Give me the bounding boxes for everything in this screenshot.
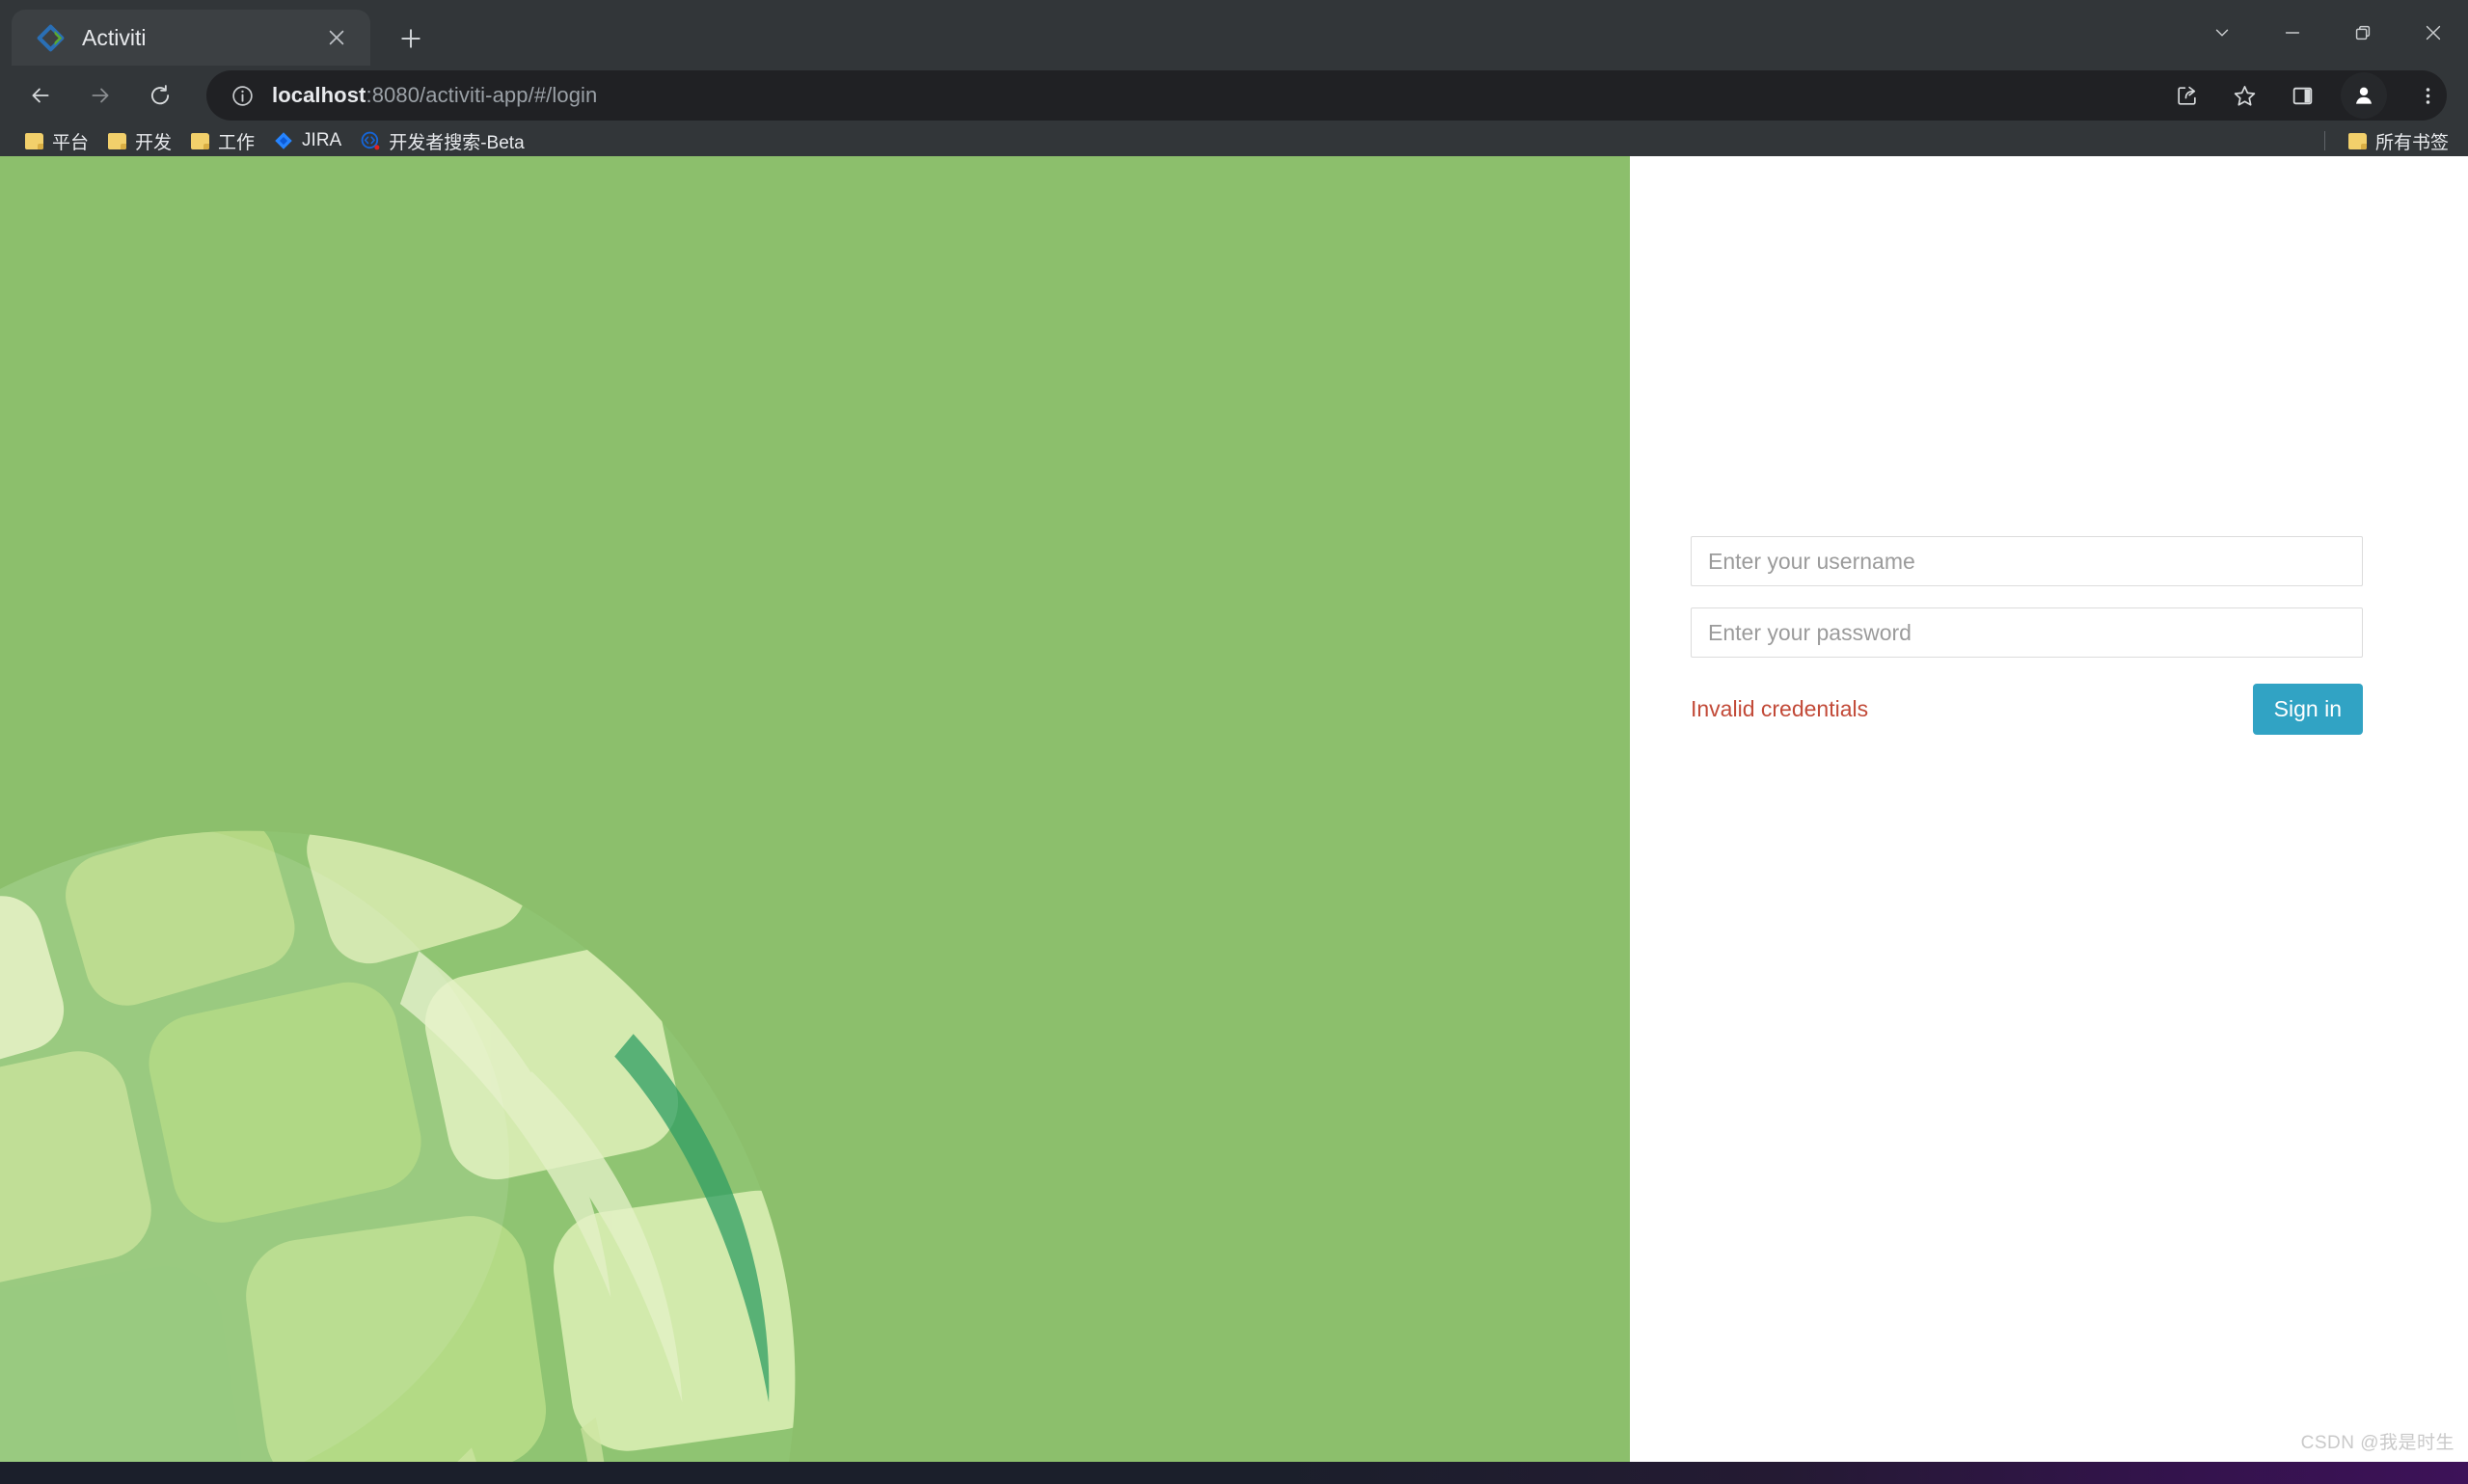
folder-icon	[2347, 132, 2367, 149]
reload-button[interactable]	[133, 68, 187, 122]
bookmarks-overflow: 所有书签	[2323, 125, 2458, 156]
bookmark-label: 开发者搜索-Beta	[389, 132, 525, 153]
bookmark-item-1[interactable]: 开发	[98, 126, 181, 155]
bookmark-item-2[interactable]: 工作	[181, 126, 264, 155]
login-form-footer: Invalid credentials Sign in	[1691, 682, 2363, 736]
login-panel: Invalid credentials Sign in	[1630, 156, 2468, 1462]
bookmark-star-icon[interactable]	[2217, 68, 2271, 122]
omnibox-host: localhost	[272, 83, 366, 107]
bookmark-item-0[interactable]: 平台	[15, 126, 98, 155]
code-search-icon	[361, 131, 380, 150]
page-content: Invalid credentials Sign in CSDN @我是时生	[0, 156, 2468, 1462]
branding-panel	[0, 156, 1630, 1462]
login-form: Invalid credentials Sign in	[1691, 536, 2363, 736]
tab-search-button[interactable]	[2186, 0, 2257, 66]
watermark: CSDN @我是时生	[2300, 1433, 2454, 1453]
login-error-message: Invalid credentials	[1691, 695, 1869, 721]
bookmark-item-3[interactable]: JIRA	[264, 126, 351, 155]
bookmarks-bar: 平台 开发 工作 JIRA 开发者搜索-Beta 所有书签	[0, 125, 2468, 156]
browser-chrome: Activiti localhost:8080/activiti-app/#/l…	[0, 0, 2468, 156]
tab-title: Activiti	[82, 24, 147, 50]
omnibox-url: localhost:8080/activiti-app/#/login	[272, 83, 597, 108]
divider	[2323, 131, 2325, 150]
all-bookmarks-button[interactable]: 所有书签	[2339, 126, 2458, 155]
username-input[interactable]	[1691, 536, 2363, 586]
folder-icon	[25, 132, 43, 149]
sign-in-button[interactable]: Sign in	[2252, 683, 2363, 735]
os-taskbar	[0, 1462, 2468, 1484]
address-bar-row: localhost:8080/activiti-app/#/login	[0, 66, 2468, 125]
side-panel-icon[interactable]	[2275, 68, 2329, 122]
new-tab-button[interactable]	[384, 12, 438, 66]
close-tab-icon[interactable]	[320, 21, 353, 54]
back-button[interactable]	[14, 68, 68, 122]
all-bookmarks-label: 所有书签	[2374, 132, 2449, 153]
window-controls	[2186, 0, 2468, 66]
omnibox-path: :8080/activiti-app/#/login	[366, 83, 598, 107]
bookmark-label: 工作	[218, 132, 256, 153]
password-input[interactable]	[1691, 607, 2363, 658]
bookmark-item-4[interactable]: 开发者搜索-Beta	[351, 126, 533, 155]
forward-button[interactable]	[73, 68, 127, 122]
bookmark-label: 平台	[52, 132, 90, 153]
bookmark-label: 开发	[135, 132, 173, 153]
toolbar-actions	[2156, 66, 2454, 125]
folder-icon	[191, 132, 210, 149]
jira-icon	[274, 131, 293, 150]
omnibox[interactable]: localhost:8080/activiti-app/#/login	[206, 70, 2447, 121]
maximize-restore-button[interactable]	[2327, 0, 2398, 66]
browser-tab-activiti[interactable]: Activiti	[12, 10, 370, 66]
chrome-menu-icon[interactable]	[2400, 68, 2454, 122]
activiti-diamond-icon	[37, 24, 65, 52]
close-window-button[interactable]	[2398, 0, 2468, 66]
tab-strip: Activiti	[0, 0, 2468, 66]
folder-icon	[108, 132, 127, 149]
bookmark-label: JIRA	[302, 130, 342, 150]
browser-window: Activiti localhost:8080/activiti-app/#/l…	[0, 0, 2468, 1484]
info-circle-icon[interactable]	[228, 81, 257, 110]
activiti-globe-graphic	[0, 830, 796, 1462]
minimize-button[interactable]	[2257, 0, 2327, 66]
profile-avatar[interactable]	[2341, 72, 2387, 119]
share-icon[interactable]	[2159, 68, 2213, 122]
